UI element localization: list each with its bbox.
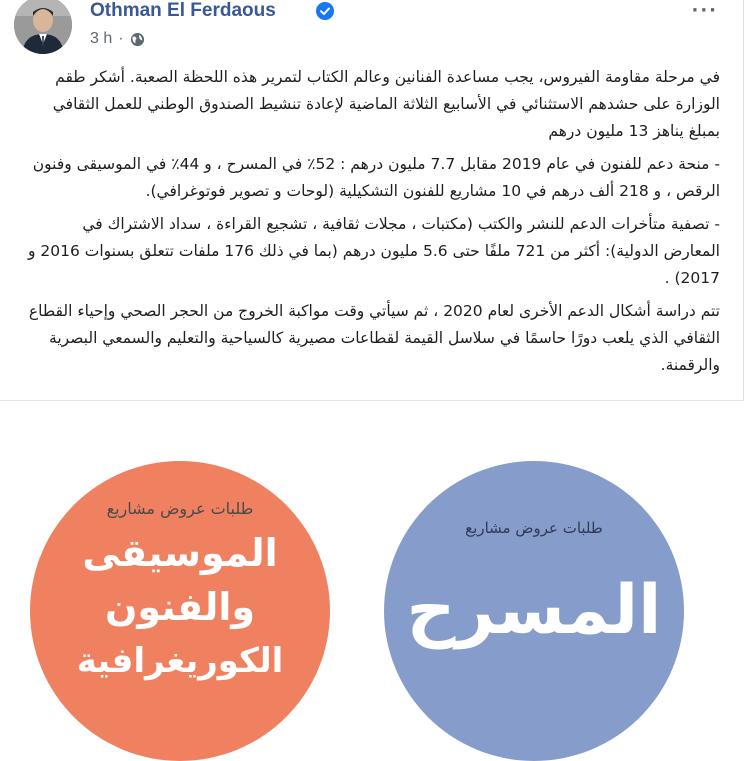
post-text: في مرحلة مقاومة الفيروس، يجب مساعدة الفن…: [24, 64, 720, 385]
poster-subtitle: طلبات عروض مشاريع: [465, 519, 603, 537]
music-dance-poster[interactable]: طلبات عروض مشاريع الموسيقى والفنون الكور…: [30, 461, 330, 761]
post-timestamp[interactable]: 3 h: [90, 30, 112, 48]
avatar-image: [14, 0, 72, 54]
facebook-post-card: Othman El Ferdaous 3 h · ··· في مرحلة مق…: [0, 0, 744, 761]
post-meta: 3 h ·: [90, 30, 145, 48]
post-images[interactable]: طلبات عروض مشاريع الموسيقى والفنون الكور…: [0, 400, 744, 761]
globe-icon[interactable]: [130, 32, 145, 47]
author-name[interactable]: Othman El Ferdaous: [90, 0, 276, 22]
post-paragraph-2: - منحة دعم للفنون في عام 2019 مقابل 7.7 …: [32, 155, 720, 200]
post-header: Othman El Ferdaous 3 h · ···: [14, 0, 734, 56]
post-paragraph-3: - تصفية متأخرات الدعم للنشر والكتب (مكتب…: [27, 215, 720, 287]
poster-subtitle: طلبات عروض مشاريع: [106, 499, 254, 518]
meta-separator: ·: [118, 30, 124, 47]
author-avatar[interactable]: [14, 0, 72, 54]
poster-title-line-2: والفنون: [104, 585, 256, 629]
theatre-poster[interactable]: طلبات عروض مشاريع المسرح: [384, 461, 684, 761]
poster-title: المسرح: [406, 571, 662, 650]
more-options-icon[interactable]: ···: [691, 0, 718, 21]
post-paragraph-1: في مرحلة مقاومة الفيروس، يجب مساعدة الفن…: [52, 68, 720, 140]
poster-title-line-1: الموسيقى: [82, 531, 278, 575]
post-paragraph-4: تتم دراسة أشكال الدعم الأخرى لعام 2020 ،…: [28, 302, 720, 374]
verified-badge-icon: [316, 2, 334, 20]
poster-title-line-3: الكوريغرافية: [76, 641, 284, 681]
